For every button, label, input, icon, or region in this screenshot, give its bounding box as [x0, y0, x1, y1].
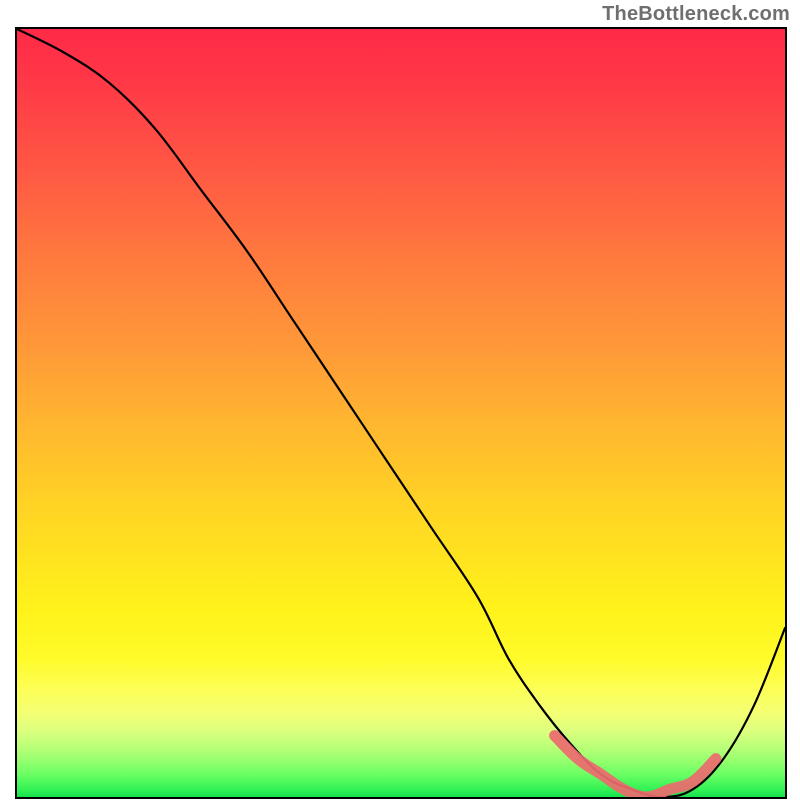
- chart-container: TheBottleneck.com: [0, 0, 800, 800]
- plot-area: [15, 27, 787, 799]
- optimal-range-marker: [555, 736, 716, 797]
- bottleneck-curve: [17, 29, 785, 797]
- watermark-label: TheBottleneck.com: [602, 3, 790, 26]
- curve-layer: [17, 29, 785, 797]
